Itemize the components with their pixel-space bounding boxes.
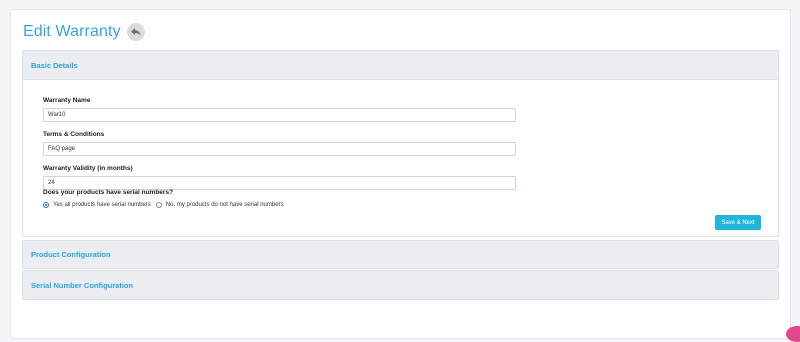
radio-option-yes[interactable]: Yes all products have serial numbers: [43, 202, 151, 208]
title-row: Edit Warranty: [23, 23, 145, 41]
warranty-name-label: Warranty Name: [43, 97, 91, 104]
warranty-name-input[interactable]: War10: [43, 108, 516, 122]
serial-number-configuration-header[interactable]: Serial Number Configuration: [23, 271, 778, 299]
validity-label: Warranty Validity (in months): [43, 165, 133, 172]
serial-radio-group: Yes all products have serial numbers No,…: [43, 202, 289, 208]
validity-input[interactable]: 24: [43, 176, 516, 190]
radio-no[interactable]: [155, 202, 162, 208]
radio-yes[interactable]: [43, 202, 49, 208]
product-configuration-header[interactable]: Product Configuration: [23, 241, 778, 268]
basic-details-header[interactable]: Basic Details: [23, 51, 778, 80]
serial-question-label: Does your products have serial numbers?: [43, 189, 174, 196]
save-next-button[interactable]: Save & Next: [715, 215, 761, 230]
radio-yes-label: Yes all products have serial numbers: [53, 202, 151, 208]
back-button[interactable]: [126, 23, 145, 41]
terms-input[interactable]: FAQ page: [43, 142, 516, 156]
product-configuration-panel: Product Configuration: [22, 240, 779, 269]
basic-details-panel: Basic Details Warranty Name War10 Terms …: [22, 50, 779, 237]
radio-option-no[interactable]: No, my products do not have serial numbe…: [155, 202, 284, 208]
page-title: Edit Warranty: [23, 23, 121, 40]
main-card: Edit Warranty Basic Details Warranty Nam…: [10, 9, 791, 339]
terms-label: Terms & Conditions: [43, 131, 105, 138]
reply-arrow-icon: [130, 28, 141, 36]
radio-no-label: No, my products do not have serial numbe…: [165, 202, 284, 208]
serial-number-configuration-panel: Serial Number Configuration: [22, 270, 779, 300]
corner-badge: [786, 326, 800, 342]
